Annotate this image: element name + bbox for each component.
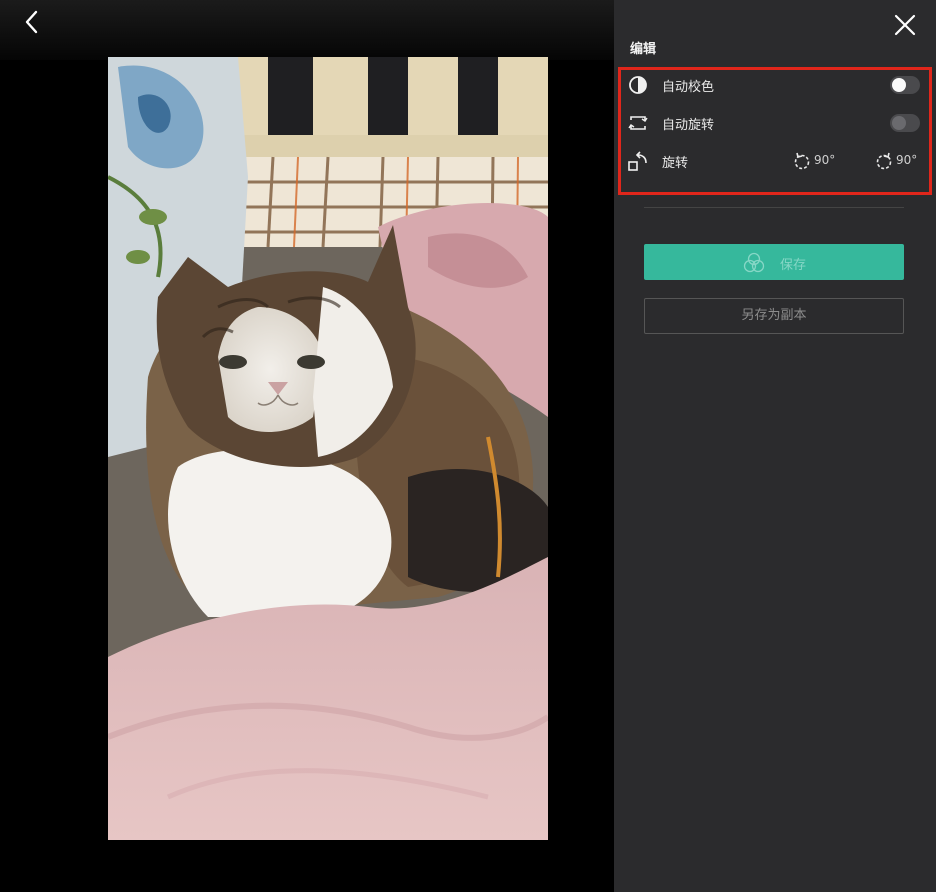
rotate-icon xyxy=(628,151,648,171)
rotate-right-button[interactable]: 90° xyxy=(874,150,924,172)
back-button[interactable] xyxy=(20,8,46,38)
contrast-icon xyxy=(628,75,648,95)
save-icon xyxy=(742,252,766,278)
save-as-copy-button[interactable]: 另存为副本 xyxy=(644,298,904,334)
save-button[interactable]: 保存 xyxy=(644,244,904,280)
divider xyxy=(644,207,904,208)
chevron-left-icon xyxy=(25,10,38,34)
close-icon xyxy=(894,14,916,36)
cat-photo xyxy=(108,57,548,840)
rotate-right-value: 90° xyxy=(896,153,918,167)
rotate-right-icon xyxy=(876,152,892,170)
rotate-label: 旋转 xyxy=(662,156,689,171)
auto-rotate-toggle[interactable] xyxy=(890,114,920,132)
auto-rotate-row: 自动旋转 xyxy=(628,111,920,135)
toggle-knob xyxy=(892,116,906,130)
toggle-knob xyxy=(892,78,906,92)
rotate-left-icon xyxy=(794,152,810,170)
close-button[interactable] xyxy=(892,12,918,38)
save-label: 保存 xyxy=(780,258,807,273)
rotate-row: 旋转 90° 90° xyxy=(628,149,920,173)
panel-title: 编辑 xyxy=(630,42,657,57)
edit-panel: 编辑 自动校色 自动旋转 旋转 90° 90° 保存 另存为副本 xyxy=(614,0,936,892)
auto-color-toggle[interactable] xyxy=(890,76,920,94)
auto-rotate-icon xyxy=(628,113,648,133)
auto-color-label: 自动校色 xyxy=(662,80,715,95)
image-viewer xyxy=(0,0,614,892)
auto-color-row: 自动校色 xyxy=(628,73,920,97)
auto-rotate-label: 自动旋转 xyxy=(662,118,715,133)
viewer-top-bar xyxy=(0,0,614,60)
rotate-left-button[interactable]: 90° xyxy=(792,150,842,172)
rotate-left-value: 90° xyxy=(814,153,836,167)
